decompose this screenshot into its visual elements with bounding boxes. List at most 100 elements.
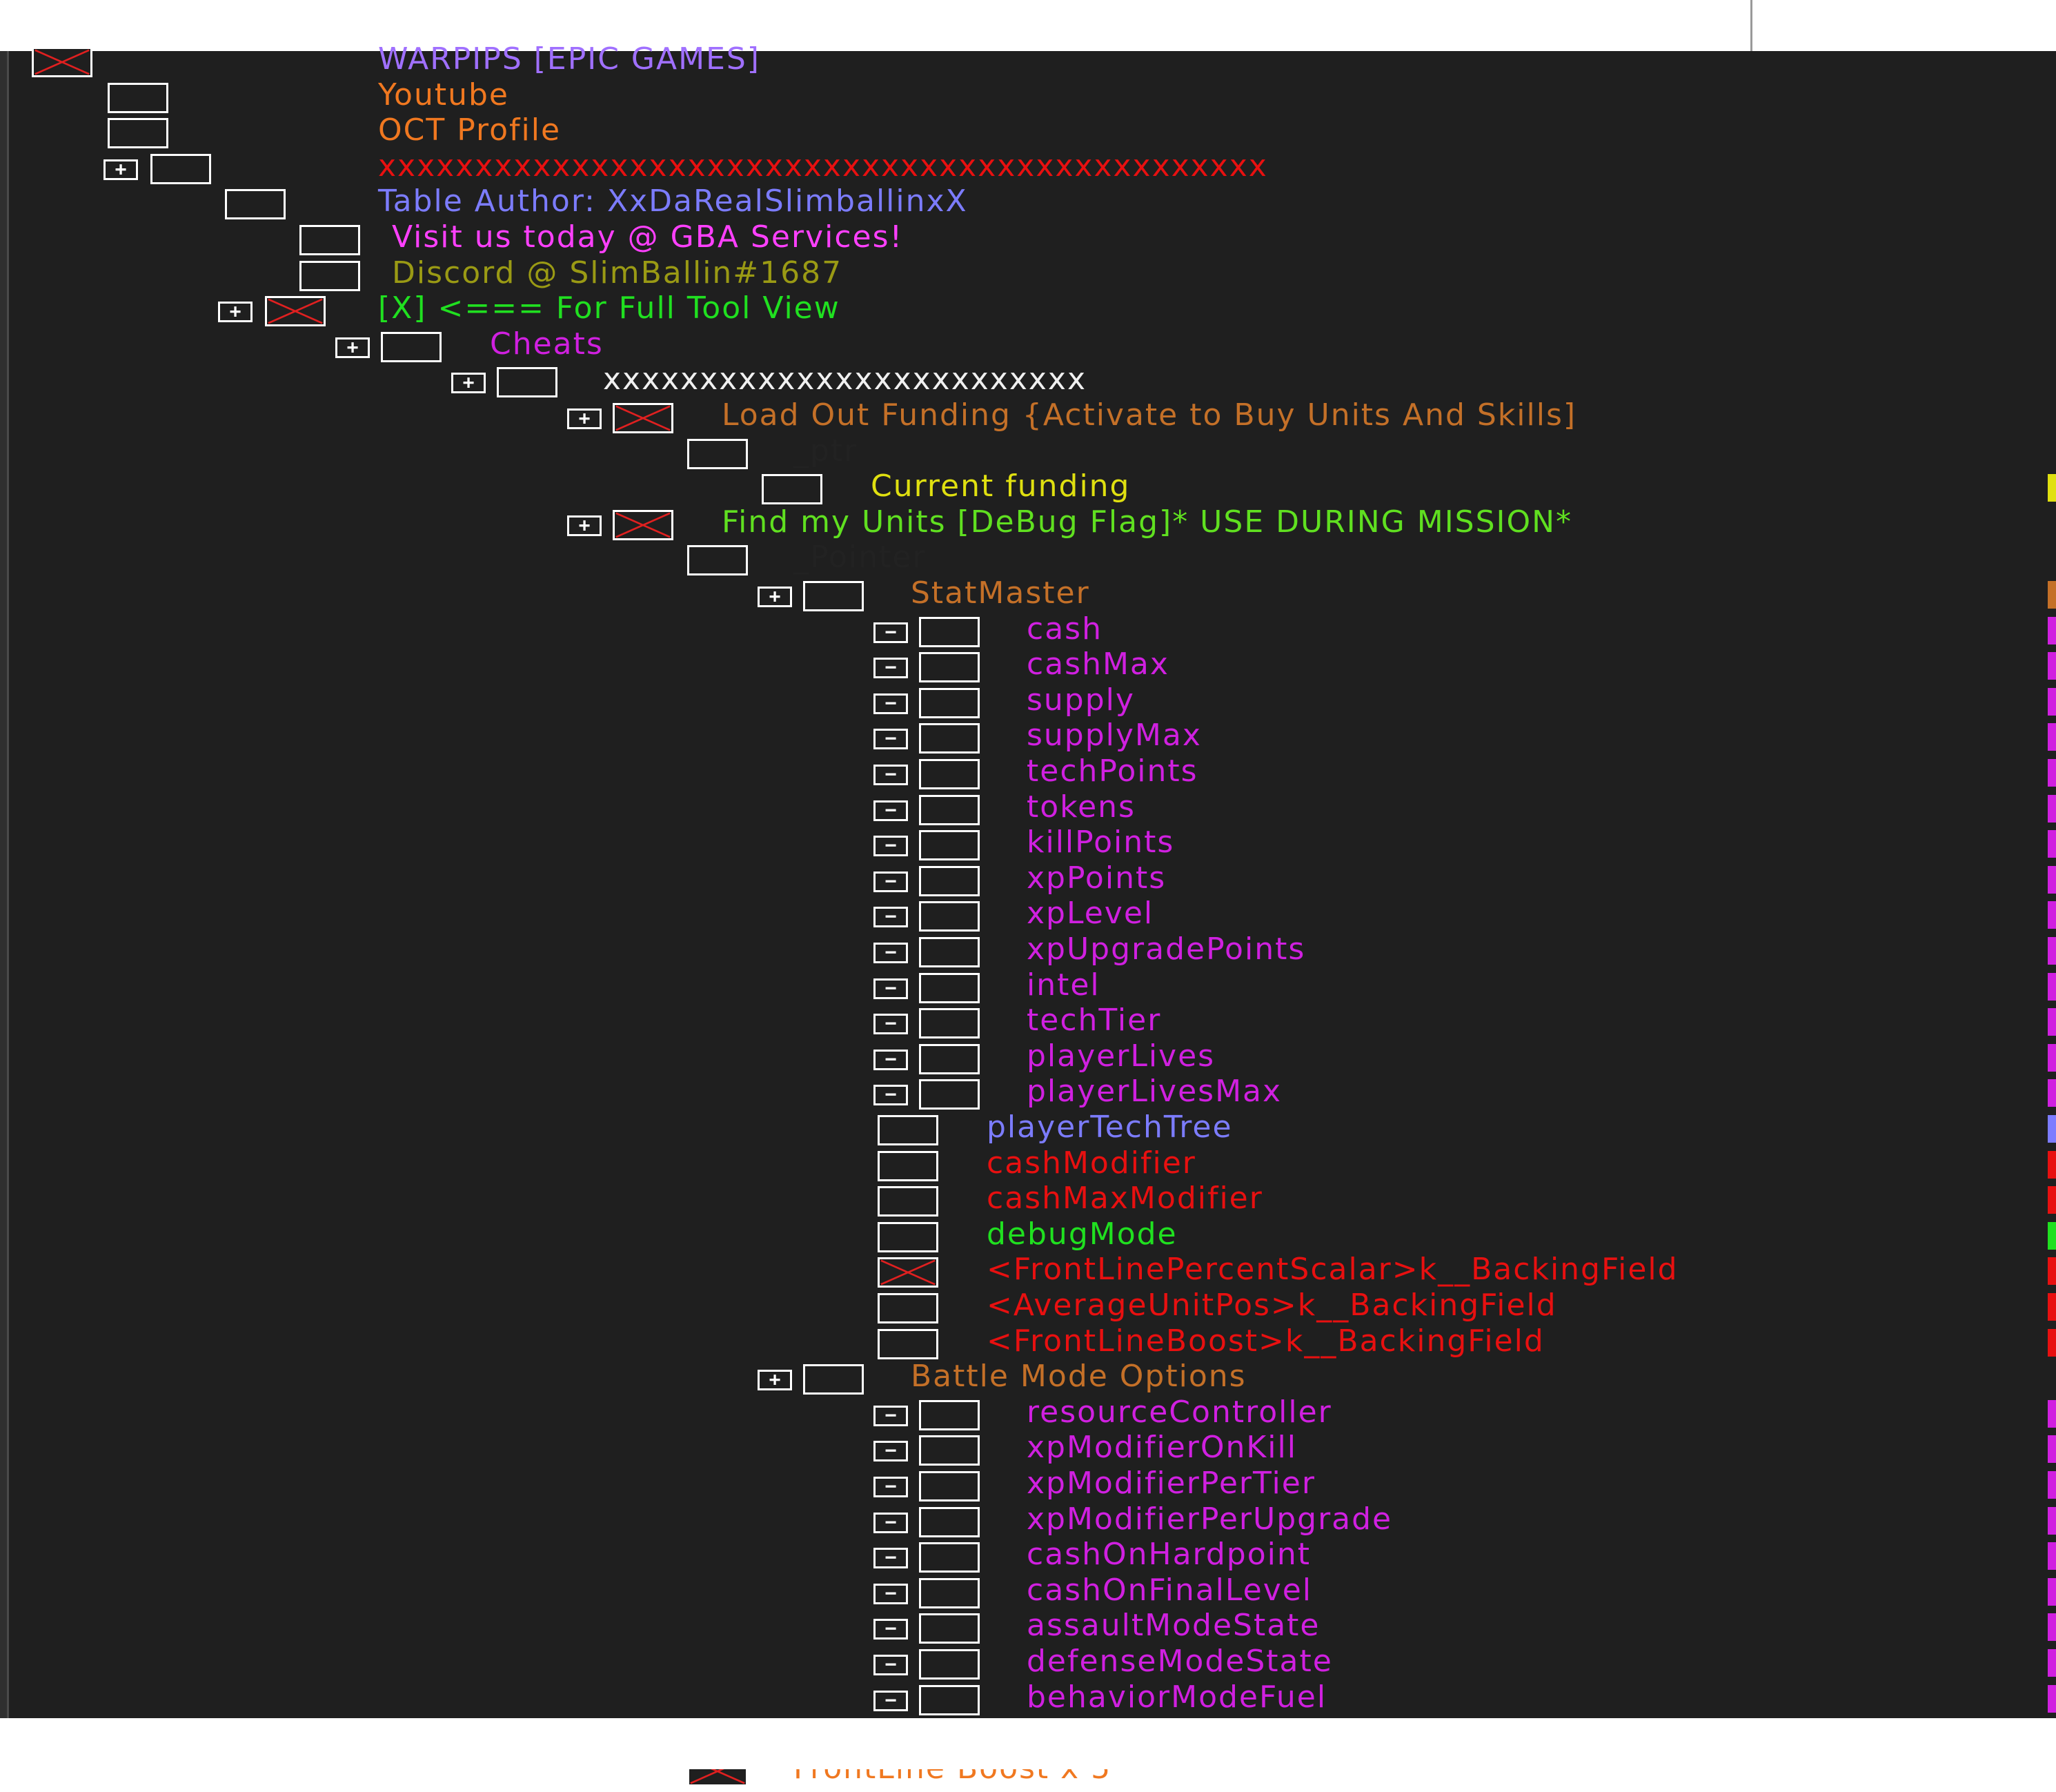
collapse-icon[interactable]: − [873, 658, 908, 679]
entry-label: techTier [1027, 1003, 1162, 1038]
expand-icon[interactable]: + [218, 302, 253, 323]
checkbox[interactable] [919, 1613, 980, 1644]
checkbox[interactable] [919, 794, 980, 825]
collapse-icon[interactable]: − [873, 1477, 908, 1497]
checkbox[interactable] [108, 82, 168, 113]
entry-table-author[interactable]: Table Author: XxDaRealSlimballinxX [0, 184, 2056, 225]
checkbox[interactable] [919, 759, 980, 789]
expand-icon[interactable]: + [451, 373, 486, 394]
collapse-icon[interactable]: − [873, 836, 908, 857]
collapse-icon[interactable]: − [873, 622, 908, 643]
active-checkbox[interactable] [613, 509, 673, 540]
checkbox[interactable] [108, 118, 168, 149]
collapse-icon[interactable]: − [873, 765, 908, 785]
entry-label: xxxxxxxxxxxxxxxxxxxxxxxxx [603, 362, 1087, 397]
checkbox[interactable] [878, 1150, 938, 1181]
checkbox[interactable] [919, 1399, 980, 1430]
entry-full-tool-view[interactable]: + [X] <=== For Full Tool View [0, 291, 2056, 332]
value-column-cell [2048, 1328, 2056, 1357]
entry-find-my-units[interactable]: + Find my Units [DeBug Flag]* USE DURING … [0, 504, 2056, 546]
checkbox[interactable] [919, 1008, 980, 1039]
expand-icon[interactable]: + [335, 337, 370, 358]
checkbox[interactable] [919, 901, 980, 932]
active-checkbox[interactable] [878, 1257, 938, 1288]
collapse-icon[interactable]: − [873, 1405, 908, 1426]
checkbox[interactable] [803, 581, 864, 611]
checkbox[interactable] [299, 225, 360, 255]
entry-label: playerLivesMax [1027, 1074, 1283, 1110]
checkbox[interactable] [497, 367, 557, 398]
entry-label: xpModifierPerUpgrade [1027, 1501, 1393, 1537]
expand-icon[interactable]: + [567, 515, 602, 536]
checkbox[interactable] [919, 1043, 980, 1074]
value-column-cell [2048, 1221, 2056, 1250]
collapse-icon[interactable]: − [873, 1512, 908, 1533]
checkbox[interactable] [687, 545, 748, 576]
collapse-icon[interactable]: − [873, 1085, 908, 1106]
checkbox[interactable] [919, 830, 980, 861]
checkbox[interactable] [919, 1471, 980, 1501]
collapse-icon[interactable]: − [873, 1655, 908, 1675]
checkbox[interactable] [878, 1221, 938, 1252]
value-column-cell [2048, 1471, 2056, 1499]
entry-separator[interactable]: + xxxxxxxxxxxxxxxxxxxxxxxxxxxxxxxxxxxxxxx… [0, 148, 2056, 190]
checkbox[interactable] [919, 1649, 980, 1680]
collapse-icon[interactable]: − [873, 693, 908, 714]
checkbox[interactable] [878, 1293, 938, 1323]
collapse-icon[interactable]: − [873, 907, 908, 928]
entry-label: playerTechTree [987, 1110, 1233, 1145]
collapse-icon[interactable]: − [873, 1014, 908, 1035]
collapse-icon[interactable]: − [873, 729, 908, 750]
checkbox[interactable] [919, 972, 980, 1003]
checkbox[interactable] [919, 723, 980, 754]
entry-label: cashMaxModifier [987, 1181, 1263, 1217]
entry-visit[interactable]: Visit us today @ GBA Services! [0, 219, 2056, 261]
entry-youtube[interactable]: Youtube [0, 77, 2056, 119]
checkbox[interactable] [381, 331, 442, 362]
collapse-icon[interactable]: − [873, 978, 908, 999]
active-checkbox[interactable] [613, 403, 673, 433]
checkbox[interactable] [919, 1684, 980, 1715]
checkbox[interactable] [919, 937, 980, 967]
value-column-cell [2048, 1257, 2056, 1286]
checkbox[interactable] [919, 1506, 980, 1537]
checkbox[interactable] [878, 1328, 938, 1359]
collapse-icon[interactable]: − [873, 943, 908, 963]
expand-icon[interactable]: + [758, 587, 792, 607]
expand-icon[interactable]: + [103, 159, 138, 180]
active-checkbox[interactable] [265, 296, 326, 327]
checkbox[interactable] [878, 1115, 938, 1145]
entry-warpips[interactable]: WARPIPS [EPIC GAMES] [0, 41, 2056, 83]
checkbox[interactable] [919, 1577, 980, 1608]
checkbox[interactable] [299, 260, 360, 291]
collapse-icon[interactable]: − [873, 1548, 908, 1569]
checkbox[interactable] [919, 1435, 980, 1466]
collapse-icon[interactable]: − [873, 1583, 908, 1604]
collapse-icon[interactable]: − [873, 871, 908, 892]
entry-load-out-funding[interactable]: + Load Out Funding {Activate to Buy Units… [0, 397, 2056, 439]
checkbox[interactable] [762, 474, 822, 505]
entry-label: Cheats [490, 326, 604, 362]
collapse-icon[interactable]: − [873, 1049, 908, 1070]
collapse-icon[interactable]: − [873, 1441, 908, 1462]
checkbox[interactable] [225, 189, 286, 220]
collapse-icon[interactable]: − [873, 800, 908, 821]
entry-discord[interactable]: Discord @ SlimBallin#1687 [0, 255, 2056, 297]
expand-icon[interactable]: + [758, 1370, 792, 1391]
checkbox[interactable] [919, 1079, 980, 1110]
checkbox[interactable] [919, 616, 980, 647]
checkbox[interactable] [687, 438, 748, 469]
collapse-icon[interactable]: − [873, 1690, 908, 1711]
checkbox[interactable] [150, 153, 211, 184]
checkbox[interactable] [878, 1186, 938, 1217]
active-checkbox[interactable] [32, 47, 92, 77]
expand-icon[interactable]: + [567, 408, 602, 429]
checkbox[interactable] [919, 687, 980, 718]
checkbox[interactable] [919, 1542, 980, 1573]
checkbox[interactable] [919, 652, 980, 683]
value-column-cell [2048, 1293, 2056, 1321]
collapse-icon[interactable]: − [873, 1619, 908, 1640]
value-column-cell [2048, 937, 2056, 965]
checkbox[interactable] [919, 865, 980, 896]
checkbox[interactable] [803, 1364, 864, 1395]
